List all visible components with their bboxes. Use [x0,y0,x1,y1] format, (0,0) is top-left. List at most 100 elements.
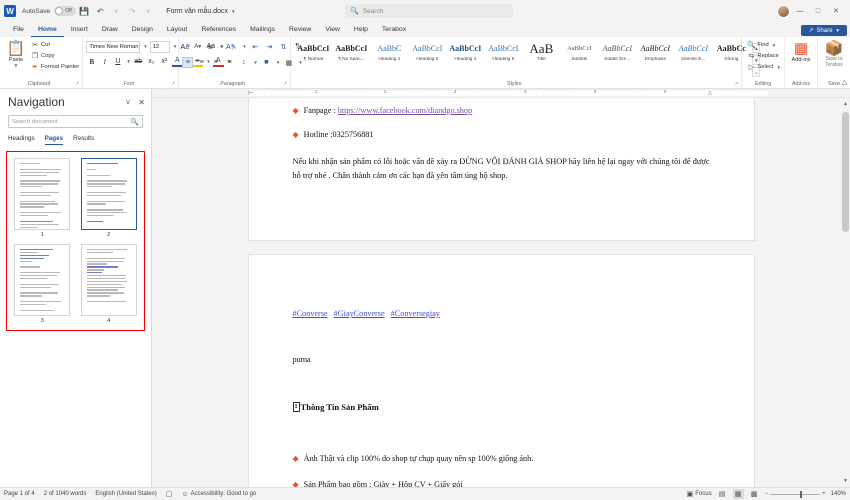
thumbnail-cell[interactable]: 2 [78,158,141,238]
horizontal-ruler[interactable]: · · · · · ⊢ · · · · · · 1 · · · · · · · … [152,89,850,98]
subscript-icon[interactable]: x₂ [146,56,157,67]
autosave-toggle[interactable]: Off [54,6,77,16]
zoom-track[interactable] [770,490,821,498]
right-indent-marker-icon[interactable]: △ [708,90,712,96]
tab-layout[interactable]: Layout [160,23,194,37]
font-name-chevron-icon[interactable]: ▼ [143,44,147,49]
bullets-chevron-icon[interactable]: ▼ [197,44,201,49]
word-count[interactable]: 2 of 1040 words [44,491,87,497]
page-thumbnail-4[interactable] [80,244,137,316]
select-button[interactable]: ▷ Select ▼ [747,62,781,72]
undo-icon[interactable]: ↶ [93,4,107,18]
find-button[interactable]: 🔍 Find ▼ [747,40,781,50]
align-center-icon[interactable]: ≡ [196,57,207,68]
paste-button[interactable]: 📋 Paste ▼ [3,40,29,68]
focus-button[interactable]: ▣ Focus [687,490,712,498]
proofing-icon[interactable]: ▢ [166,490,173,498]
multilevel-list-icon[interactable]: ⋮ [227,41,238,52]
style-subtitle[interactable]: AaBbCcI Subtitle [560,43,598,62]
font-name-input[interactable]: Times New Roman [86,40,141,53]
align-left-icon[interactable]: ≡ [182,57,194,68]
close-button[interactable]: ✕ [828,4,844,18]
web-layout-button[interactable]: ▩ [749,489,760,499]
scrollbar-thumb[interactable] [842,112,849,232]
style-no-spacing[interactable]: AaBbCcI ¶ No Spac... [332,43,370,62]
increase-indent-icon[interactable]: ⇥ [264,41,275,52]
share-button[interactable]: ↗ Share ▼ [801,25,847,36]
align-right-icon[interactable]: ≡ [210,57,221,68]
thumbnail-cell[interactable]: 1 [11,158,74,238]
document-title[interactable]: Form văn mẫu.docx ▼ [166,8,235,15]
tab-view[interactable]: View [318,23,347,37]
tab-draw[interactable]: Draw [95,23,125,37]
style-heading5[interactable]: AaBbCcI Heading 5 [484,43,522,62]
font-size-chevron-icon[interactable]: ▼ [173,44,177,49]
search-box[interactable]: 🔍 Search [345,4,513,18]
zoom-knob[interactable] [800,490,803,498]
tab-stop-marker-icon[interactable]: ⊢ [248,90,253,97]
hashtag-converse[interactable]: #Converse [293,309,328,318]
strikethrough-icon[interactable]: ab [133,56,144,67]
replace-button[interactable]: ⇆ Replace [747,51,781,61]
zoom-out-button[interactable]: − [765,491,769,497]
shading-chevron-icon[interactable]: ▼ [276,60,280,65]
save-to-terabox-button[interactable]: 📦 Save to Terabox [821,40,847,68]
redo-icon[interactable]: ↷ [125,4,139,18]
decrease-indent-icon[interactable]: ⇤ [250,41,261,52]
superscript-icon[interactable]: x² [159,56,170,67]
underline-icon[interactable]: U [112,56,123,67]
justify-icon[interactable]: ≡ [224,57,235,68]
hashtag-giayconverse[interactable]: #GiayConverse [334,309,385,318]
tab-help[interactable]: Help [347,23,375,37]
sort-icon[interactable]: ⇅ [278,41,289,52]
style-heading1[interactable]: AaBbC Heading 1 [370,43,408,62]
nav-tab-headings[interactable]: Headings [8,135,35,145]
style-normal[interactable]: AaBbCcI ¶ Normal [294,43,332,62]
tab-home[interactable]: Home [30,23,64,37]
zoom-level[interactable]: 140% [831,491,846,497]
multilevel-chevron-icon[interactable]: ▼ [242,44,246,49]
close-icon[interactable]: ✕ [138,98,145,107]
addins-button[interactable]: ▦ Add-ins [788,40,814,63]
nav-tab-pages[interactable]: Pages [44,135,64,145]
style-heading4[interactable]: AaBbCcI Heading 4 [446,43,484,62]
font-dialog-launcher[interactable]: ↗ [171,80,175,88]
scroll-down-icon[interactable]: ▼ [842,476,849,486]
line-spacing-icon[interactable]: ↕ [238,57,249,68]
thumbnail-cell[interactable]: 3 [11,244,74,324]
paragraph-dialog-launcher[interactable]: ↗ [283,80,287,88]
zoom-slider[interactable]: − + [765,490,826,498]
page-info[interactable]: Page 1 of 4 [4,491,35,497]
page-thumbnail-3[interactable] [14,244,71,316]
minimize-button[interactable]: — [792,4,808,18]
tab-terabox[interactable]: Terabox [375,23,413,37]
zoom-in-button[interactable]: + [822,491,826,497]
style-subtle-emphasis[interactable]: AaBbCcI Subtle Em... [598,43,636,62]
bullets-icon[interactable]: ≡ [182,41,193,52]
customize-quick-access-icon[interactable]: ▼ [141,4,155,18]
bold-icon[interactable]: B [86,56,97,67]
format-painter-button[interactable]: ✒ Format Painter [31,62,79,72]
clipboard-dialog-launcher[interactable]: ↗ [75,80,79,88]
page-thumbnail-1[interactable] [14,158,71,230]
maximize-button[interactable]: □ [810,4,826,18]
language-indicator[interactable]: English (United States) [95,491,156,497]
underline-chevron-icon[interactable]: ▼ [126,59,130,64]
select-chevron-icon[interactable]: ▼ [777,65,781,70]
search-icon[interactable]: 🔍 [130,118,139,126]
print-layout-button[interactable]: ▦ [732,489,744,499]
save-icon[interactable]: 💾 [77,4,91,18]
navigation-search-input[interactable]: Search document 🔍 [8,115,143,128]
tab-review[interactable]: Review [282,23,318,37]
find-chevron-icon[interactable]: ▼ [772,43,776,48]
vertical-scrollbar[interactable]: ▲ ▼ [841,98,850,487]
line-spacing-chevron-icon[interactable]: ▼ [253,60,257,65]
hashtag-conversegiay[interactable]: #Conversegiay [391,309,440,318]
tab-design[interactable]: Design [125,23,160,37]
chevron-down-icon[interactable]: ˅ [126,98,131,107]
shading-icon[interactable]: ■ [261,57,272,68]
style-title[interactable]: AaB Title [522,42,560,62]
avatar[interactable] [777,4,790,18]
numbering-icon[interactable]: ≣ [205,41,216,52]
document-page-1[interactable]: ◆ Fanpage : https://www.facebook.com/dia… [248,98,754,240]
